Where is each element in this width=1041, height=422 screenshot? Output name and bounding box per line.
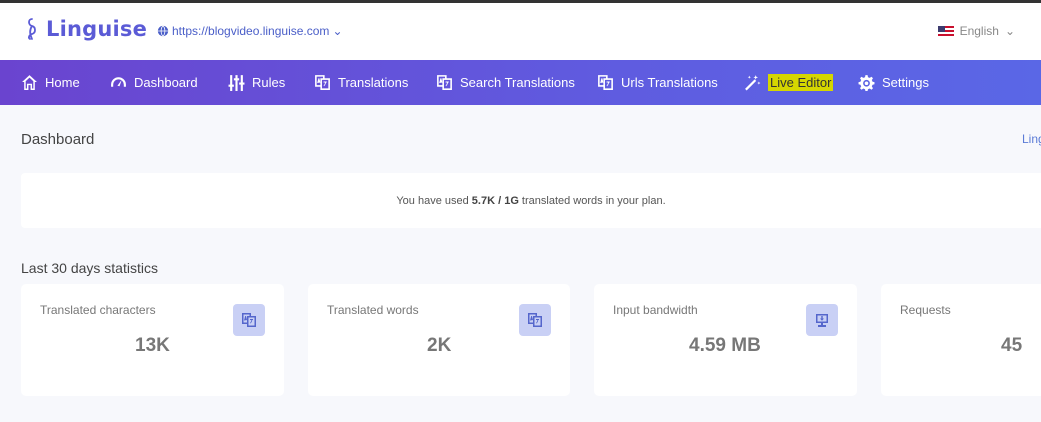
globe-icon [157,25,169,37]
usage-suffix: translated words in your plan. [518,194,666,207]
brand-logo[interactable]: Linguise [24,17,147,41]
nav-item-home[interactable]: Home [21,60,80,105]
brand-name: Linguise [46,17,148,41]
site-selector[interactable]: https://blogvideo.linguise.com ⌄ [157,24,343,38]
usage-amount: 5.7K / 1G [471,194,519,207]
linguise-logo-icon [28,18,36,40]
top-right-link[interactable]: Ling [1022,132,1041,146]
chevron-down-icon: ⌄ [1004,24,1015,38]
stat-value: 4.59 MB [689,335,761,356]
top-header: Linguise https://blogvideo.linguise.com … [0,3,1041,60]
language-selector[interactable]: English ⌄ [937,24,1015,38]
site-url-text: https://blogvideo.linguise.com [172,24,330,38]
usage-summary: You have used 5.7K / 1G translated words… [21,173,1041,228]
stat-label: Input bandwidth [613,303,698,317]
translate-icon [315,75,330,90]
usage-prefix: You have used [396,194,472,207]
main-nav: Home Dashboard Rules Translations Search… [0,60,1041,105]
nav-item-translations[interactable]: Translations [314,60,408,105]
stats-section-title: Last 30 days statistics [21,260,158,276]
translate-icon [437,75,452,90]
home-icon [22,75,37,90]
gauge-icon [111,77,126,87]
stat-value: 45 [1001,335,1023,356]
magic-wand-icon [745,75,761,91]
gear-icon [858,75,875,91]
nav-item-urls-translations[interactable]: Urls Translations [597,60,718,105]
chevron-down-icon: ⌄ [332,24,343,38]
nav-item-rules[interactable]: Rules [228,60,285,105]
translate-icon [233,304,265,336]
download-monitor-icon [806,304,838,336]
stat-value: 2K [427,335,452,356]
stat-card-translated-characters: Translated characters 13K [21,284,284,396]
translate-icon [519,304,551,336]
page-title: Dashboard [21,131,95,148]
language-label: English [959,24,999,38]
stat-label: Requests [900,303,951,317]
stat-label: Translated words [327,303,419,317]
stat-label: Translated characters [40,303,156,317]
nav-item-live-editor[interactable]: Live Editor [744,60,834,105]
sliders-icon [228,75,245,91]
nav-item-settings[interactable]: Settings [858,60,929,105]
stat-card-translated-words: Translated words 2K [308,284,570,396]
us-flag-icon [937,26,954,36]
translate-icon [598,75,613,90]
stat-card-input-bandwidth: Input bandwidth 4.59 MB [594,284,857,396]
stat-card-requests: Requests 45 [881,284,1041,396]
nav-item-dashboard[interactable]: Dashboard [110,60,198,105]
stat-value: 13K [135,335,170,356]
nav-item-search-translations[interactable]: Search Translations [436,60,575,105]
